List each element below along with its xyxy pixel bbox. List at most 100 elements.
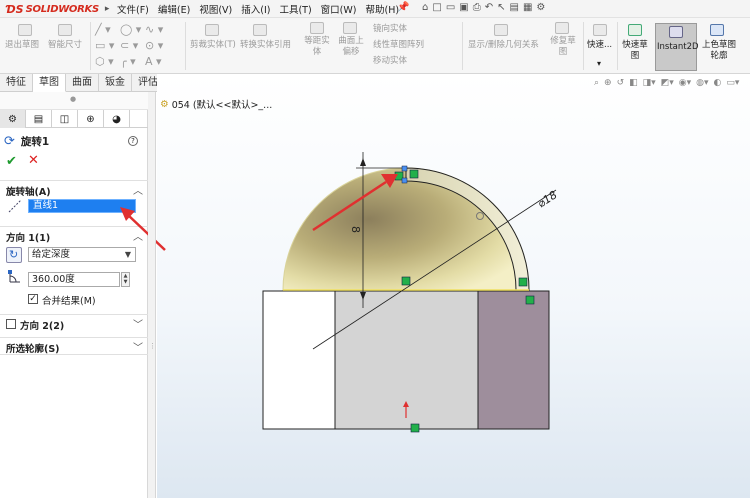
linear-pattern-button[interactable]: 线性草图阵列 [373,40,424,51]
reverse-direction-icon[interactable]: ↻ [6,247,22,263]
feature-tree-flyout[interactable]: ▶ ⚙ 054 (默认<<默认>_... [150,97,273,112]
convert-entities-button[interactable]: 转换实体引用 [240,40,291,51]
configuration-manager-tab-icon[interactable]: ◫ [52,110,78,128]
display-delete-relations-button[interactable]: 显示/删除几何关系 [468,40,539,51]
horizontal-relation-icon[interactable] [518,277,528,287]
solidworks-window: ƊS SOLIDWORKS ▸ 文件(F) 编辑(E) 视图(V) 插入(I) … [0,0,750,498]
exit-sketch-button[interactable]: 退出草图 [5,40,39,51]
help-icon[interactable]: ? [128,136,138,146]
model-canvas[interactable]: 8 ⌀18 [157,74,750,498]
menu-insert[interactable]: 插入(I) [241,2,270,16]
section-divider [0,354,148,355]
merge-result-checkbox[interactable]: ✓ [28,294,38,304]
scene-icon[interactable]: ◐ [713,78,721,88]
menu-help[interactable]: 帮助(H) [365,2,399,16]
cancel-button[interactable]: ✕ [28,153,39,168]
undo-icon[interactable]: ↶ [485,2,493,13]
slot-tool-icon[interactable]: ⊂ ▾ [120,40,138,51]
print-icon[interactable]: ⎙ [473,2,481,13]
angle-input[interactable]: 360.00度 [28,272,120,287]
select-arrow-icon[interactable]: ↖ [497,2,505,13]
menu-tools[interactable]: 工具(T) [279,2,311,16]
coincident-relation-icon[interactable] [401,276,411,286]
direction2-section-header[interactable]: 方向 2(2) ﹀ [0,314,148,332]
line-tool-icon[interactable]: ╱ ▾ [95,24,111,35]
right-body-face[interactable] [477,290,550,430]
expand-chevron-icon[interactable]: ﹀ [133,316,143,331]
menu-edit[interactable]: 编辑(E) [158,2,190,16]
direction2-checkbox[interactable] [6,319,16,329]
appearance-icon[interactable]: ◍▾ [696,78,708,88]
display-manager-tab-icon[interactable]: ◕ [104,110,130,128]
text-tool-icon[interactable]: A ▾ [145,56,162,67]
options-gear-icon[interactable]: ⚙ [536,2,545,13]
section-view-icon[interactable]: ◧ [629,78,638,88]
move-entities-button[interactable]: 移动实体 [373,56,407,67]
rectangle-tool-icon[interactable]: ▭ ▾ [95,40,114,51]
angle-spinner[interactable]: ▲ ▼ [121,272,130,287]
splitter-grip-icon[interactable]: ⋮ [149,342,156,352]
repair-sketch-button[interactable]: 修复草图 [550,36,576,58]
home-icon[interactable]: ⌂ [422,2,428,13]
menu-window[interactable]: 窗口(W) [321,2,357,16]
vertical-relation-icon[interactable] [409,169,419,179]
smart-dimension-button[interactable]: 智能尺寸 [48,40,82,51]
mirror-entities-button[interactable]: 镜向实体 [373,24,407,35]
tab-sheet-metal[interactable]: 钣金 [99,74,132,92]
tab-surfaces[interactable]: 曲面 [66,74,99,92]
pin-icon[interactable]: 📌 [397,2,409,13]
graphics-area[interactable]: 8 ⌀18 [157,74,750,498]
shaded-sketch-contours-button[interactable]: 上色草图轮廓 [701,40,737,62]
trim-button[interactable]: 剪裁实体(T) [190,40,236,51]
menu-view[interactable]: 视图(V) [199,2,232,16]
menu-file[interactable]: 文件(F) [117,2,149,16]
vertical-dimension-text[interactable]: 8 [349,226,362,233]
offset-on-surface-button[interactable]: 曲面上偏移 [337,36,365,58]
instant2d-button[interactable]: Instant2D [655,23,699,71]
zoom-fit-icon[interactable]: ⌕ [594,78,599,88]
selected-contours-section-header[interactable]: 所选轮廓(S) ﹀ [0,337,148,355]
coincident-relation-icon[interactable] [525,295,535,305]
ribbon-divider [462,22,463,70]
endpoint-handle[interactable] [401,165,408,172]
view-orientation-icon[interactable]: ◨▾ [643,78,656,88]
quick-snaps-dropdown-icon[interactable]: ▾ [597,58,601,69]
diameter-dimension-text[interactable]: ⌀18 [535,188,559,210]
solidworks-logo[interactable]: ƊS SOLIDWORKS ▸ [6,2,109,16]
collapse-dot-icon[interactable]: ● [70,95,76,103]
file-properties-icon[interactable]: ▦ [523,2,532,13]
polygon-tool-icon[interactable]: ⬡ ▾ [95,56,114,67]
feature-manager-tab-icon[interactable]: ⚙ [0,110,26,128]
view-settings-icon[interactable]: ▭▾ [726,78,739,88]
endpoint-handle[interactable] [401,177,408,184]
left-body-face[interactable] [262,290,336,430]
revolve-icon: ⟳ [4,134,15,149]
rebuild-icon[interactable]: ▤ [510,2,519,13]
fillet-tool-icon[interactable]: ╭ ▾ [120,56,136,67]
offset-surface-icon [343,22,357,34]
origin-relation-icon[interactable] [410,423,420,433]
zoom-area-icon[interactable]: ⊕ [604,78,612,88]
logo-arrow-icon[interactable]: ▸ [105,4,110,14]
previous-view-icon[interactable]: ↺ [617,78,625,88]
spline-tool-icon[interactable]: ∿ ▾ [145,24,163,35]
expand-chevron-icon[interactable]: ﹀ [133,339,143,354]
panel-splitter[interactable]: ⋮ [148,92,156,498]
hide-show-icon[interactable]: ◉▾ [679,78,691,88]
offset-entities-button[interactable]: 等距实体 [303,36,331,58]
quick-snaps-button[interactable]: 快速... [587,40,612,51]
rapid-sketch-button[interactable]: 快速草图 [621,40,649,62]
circle-tool-icon[interactable]: ◯ ▾ [120,24,141,35]
new-document-icon[interactable]: □ [432,2,441,13]
property-manager-tab-icon[interactable]: ▤ [26,110,52,128]
save-icon[interactable]: ▣ [459,2,468,13]
display-style-icon[interactable]: ◩▾ [661,78,674,88]
dimxpert-tab-icon[interactable]: ⊕ [78,110,104,128]
tab-features[interactable]: 特征 [0,74,33,92]
open-folder-icon[interactable]: ▭ [446,2,455,13]
tree-item-part[interactable]: 054 (默认<<默认>_... [172,97,273,111]
tab-sketch[interactable]: 草图 [33,74,66,92]
ok-button[interactable]: ✔ [6,154,17,169]
merge-result-label[interactable]: 合并结果(M) [42,293,96,307]
point-tool-icon[interactable]: ⊙ ▾ [145,40,163,51]
